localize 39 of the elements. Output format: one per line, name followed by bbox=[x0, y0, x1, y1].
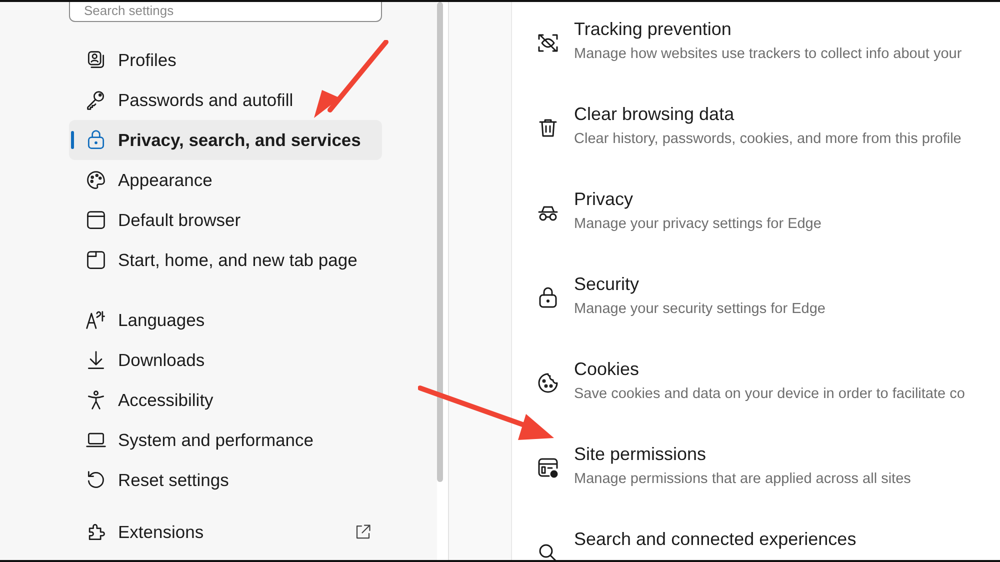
setting-title[interactable]: Cookies bbox=[574, 356, 965, 382]
setting-title[interactable]: Site permissions bbox=[574, 441, 911, 467]
setting-title[interactable]: Security bbox=[574, 271, 826, 297]
language-icon bbox=[85, 309, 107, 331]
page-icon bbox=[85, 249, 107, 271]
scrollbar[interactable] bbox=[437, 2, 443, 482]
cookie-icon bbox=[536, 371, 560, 395]
setting-description: Manage how websites use trackers to collect info about your bbox=[574, 45, 962, 64]
sidebar-item[interactable]: Default browser bbox=[69, 200, 382, 240]
setting-description: Manage permissions that are applied across all sites bbox=[574, 470, 911, 489]
sidebar-item[interactable]: Accessibility bbox=[69, 380, 382, 420]
window-icon bbox=[85, 209, 107, 231]
sidebar-item[interactable]: Extensions bbox=[69, 512, 382, 552]
accessibility-icon bbox=[85, 389, 107, 411]
download-icon bbox=[85, 349, 107, 371]
sidebar-item[interactable]: System and performance bbox=[69, 420, 382, 460]
setting-description: Save cookies and data on your device in order to facilitate co bbox=[574, 385, 965, 404]
palette-icon bbox=[85, 169, 107, 191]
sidebar-item[interactable]: Passwords and autofill bbox=[69, 80, 382, 120]
search-field[interactable]: Search settings bbox=[69, 2, 382, 22]
setting-title[interactable]: Privacy bbox=[574, 186, 822, 212]
reset-icon bbox=[85, 469, 107, 491]
sidebar-item[interactable]: Languages bbox=[69, 300, 382, 340]
key-icon bbox=[85, 89, 107, 111]
sidebar-item[interactable]: Downloads bbox=[69, 340, 382, 380]
sidebar-item[interactable]: Appearance bbox=[69, 160, 382, 200]
sidebar-item[interactable]: Start, home, and new tab page bbox=[69, 240, 382, 280]
window-gear-icon bbox=[536, 456, 560, 480]
sidebar-item[interactable]: Reset settings bbox=[69, 460, 382, 500]
setting-title[interactable]: Clear browsing data bbox=[574, 101, 962, 127]
lock-icon bbox=[85, 129, 107, 151]
setting-description: Manage your privacy settings for Edge bbox=[574, 215, 822, 234]
setting-description: Clear history, passwords, cookies, and more from this profile bbox=[574, 130, 962, 149]
sidebar-item[interactable]: Profiles bbox=[69, 40, 382, 80]
sidebar-item[interactable]: Privacy, search, and services bbox=[69, 120, 382, 160]
person-card-icon bbox=[85, 49, 107, 71]
setting-title[interactable]: Search and connected experiences bbox=[574, 526, 856, 552]
setting-title[interactable]: Tracking prevention bbox=[574, 16, 962, 42]
setting-description: Manage your security settings for Edge bbox=[574, 300, 826, 319]
